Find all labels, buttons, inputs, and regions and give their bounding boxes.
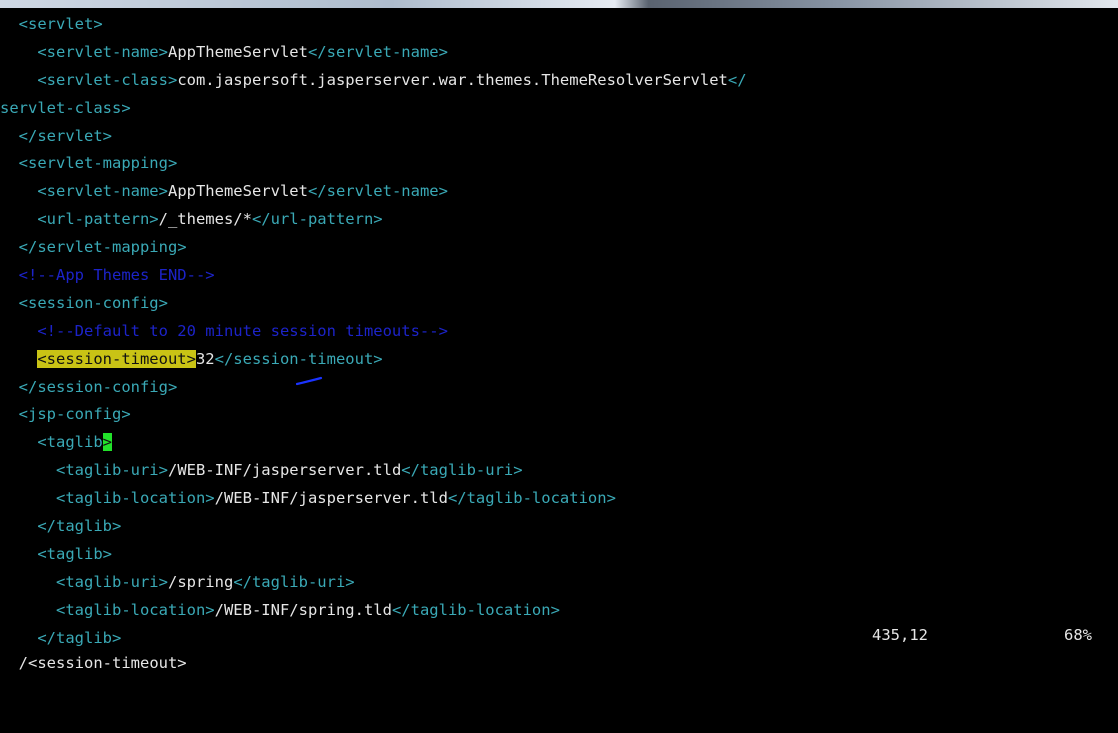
code-line[interactable]: </session-config>	[0, 374, 1118, 402]
code-token: </	[727, 70, 747, 89]
code-line[interactable]: <taglib>	[0, 429, 1118, 457]
code-token: </taglib-uri>	[401, 461, 523, 480]
code-token: <url-pattern>	[0, 210, 159, 229]
code-line[interactable]: <jsp-config>	[0, 401, 1118, 429]
code-line[interactable]: <servlet-class>com.jaspersoft.jasperserv…	[0, 67, 1118, 95]
code-token: </taglib>	[0, 517, 122, 536]
code-line[interactable]: <!--App Themes END-->	[0, 262, 1118, 290]
code-line[interactable]: <servlet-name>AppThemeServlet</servlet-n…	[0, 39, 1118, 67]
code-token: <taglib-location>	[0, 489, 215, 508]
code-token: /WEB-INF/jasperserver.tld	[214, 489, 448, 508]
command-line-text[interactable]: /<session-timeout>	[19, 654, 187, 672]
code-line[interactable]: <servlet-name>AppThemeServlet</servlet-n…	[0, 178, 1118, 206]
window-title-bar	[0, 0, 1118, 8]
code-token: </taglib-location>	[391, 600, 560, 619]
code-token: <servlet-mapping>	[0, 154, 178, 173]
code-line[interactable]: <taglib-location>/WEB-INF/jasperserver.t…	[0, 485, 1118, 513]
code-line[interactable]: <servlet>	[0, 11, 1118, 39]
code-token: </taglib-location>	[447, 489, 616, 508]
code-token: <taglib	[0, 433, 103, 452]
code-token: <servlet-class>	[0, 70, 178, 89]
code-token: </url-pattern>	[251, 210, 383, 229]
code-line[interactable]: <servlet-mapping>	[0, 150, 1118, 178]
code-token: <taglib>	[0, 544, 112, 563]
code-line[interactable]: servlet-class>	[0, 95, 1118, 123]
code-line[interactable]: <!--Default to 20 minute session timeout…	[0, 318, 1118, 346]
pen-annotation-mark	[296, 376, 323, 386]
code-token: </servlet-name>	[307, 42, 448, 61]
code-token: <!--Default to 20 minute session timeout…	[0, 321, 448, 340]
code-line[interactable]: <url-pattern>/_themes/*</url-pattern>	[0, 206, 1118, 234]
cursor-position: 435,12	[872, 626, 928, 644]
code-token: <!--App Themes END-->	[0, 266, 215, 285]
code-token: AppThemeServlet	[167, 182, 308, 201]
code-line[interactable]: <taglib-uri>/spring</taglib-uri>	[0, 569, 1118, 597]
code-token: /_themes/*	[158, 210, 252, 229]
code-line[interactable]: <taglib>	[0, 541, 1118, 569]
editor-buffer[interactable]: <servlet> <servlet-name>AppThemeServlet<…	[0, 11, 1118, 652]
code-token: </servlet-name>	[307, 182, 448, 201]
code-token: <servlet>	[0, 15, 103, 33]
code-token: </session-timeout>	[214, 349, 383, 368]
text-cursor: >	[102, 433, 112, 452]
scroll-percent: 68%	[1064, 626, 1092, 644]
code-token: </session-config>	[0, 377, 178, 396]
code-line[interactable]: <session-config>	[0, 290, 1118, 318]
code-line[interactable]: </taglib>	[0, 513, 1118, 541]
code-token: <taglib-uri>	[0, 461, 168, 480]
code-token: <servlet-name>	[0, 42, 168, 61]
code-token: </servlet-mapping>	[0, 238, 187, 257]
status-line: /<session-timeout> 435,12 68%	[0, 621, 1118, 672]
code-token: com.jaspersoft.jasperserver.war.themes.T…	[177, 70, 728, 89]
code-token: 32	[195, 349, 215, 368]
code-token: <taglib-location>	[0, 600, 215, 619]
search-match: <session-timeout>	[37, 349, 196, 368]
code-token: AppThemeServlet	[167, 42, 308, 61]
code-token: <taglib-uri>	[0, 572, 168, 591]
code-line[interactable]: </servlet>	[0, 123, 1118, 151]
code-token: /WEB-INF/jasperserver.tld	[167, 461, 402, 480]
code-token: <jsp-config>	[0, 405, 131, 424]
code-token: </taglib-uri>	[233, 572, 355, 591]
code-token: servlet-class>	[0, 98, 131, 117]
code-line[interactable]: <taglib-uri>/WEB-INF/jasperserver.tld</t…	[0, 457, 1118, 485]
code-token: /spring	[167, 572, 234, 591]
code-token: <session-config>	[0, 293, 168, 312]
code-line[interactable]: <session-timeout>32</session-timeout>	[0, 346, 1118, 374]
code-token: </servlet>	[0, 126, 112, 145]
code-line[interactable]: </servlet-mapping>	[0, 234, 1118, 262]
code-token: /WEB-INF/spring.tld	[214, 600, 392, 619]
code-token: <servlet-name>	[0, 182, 168, 201]
